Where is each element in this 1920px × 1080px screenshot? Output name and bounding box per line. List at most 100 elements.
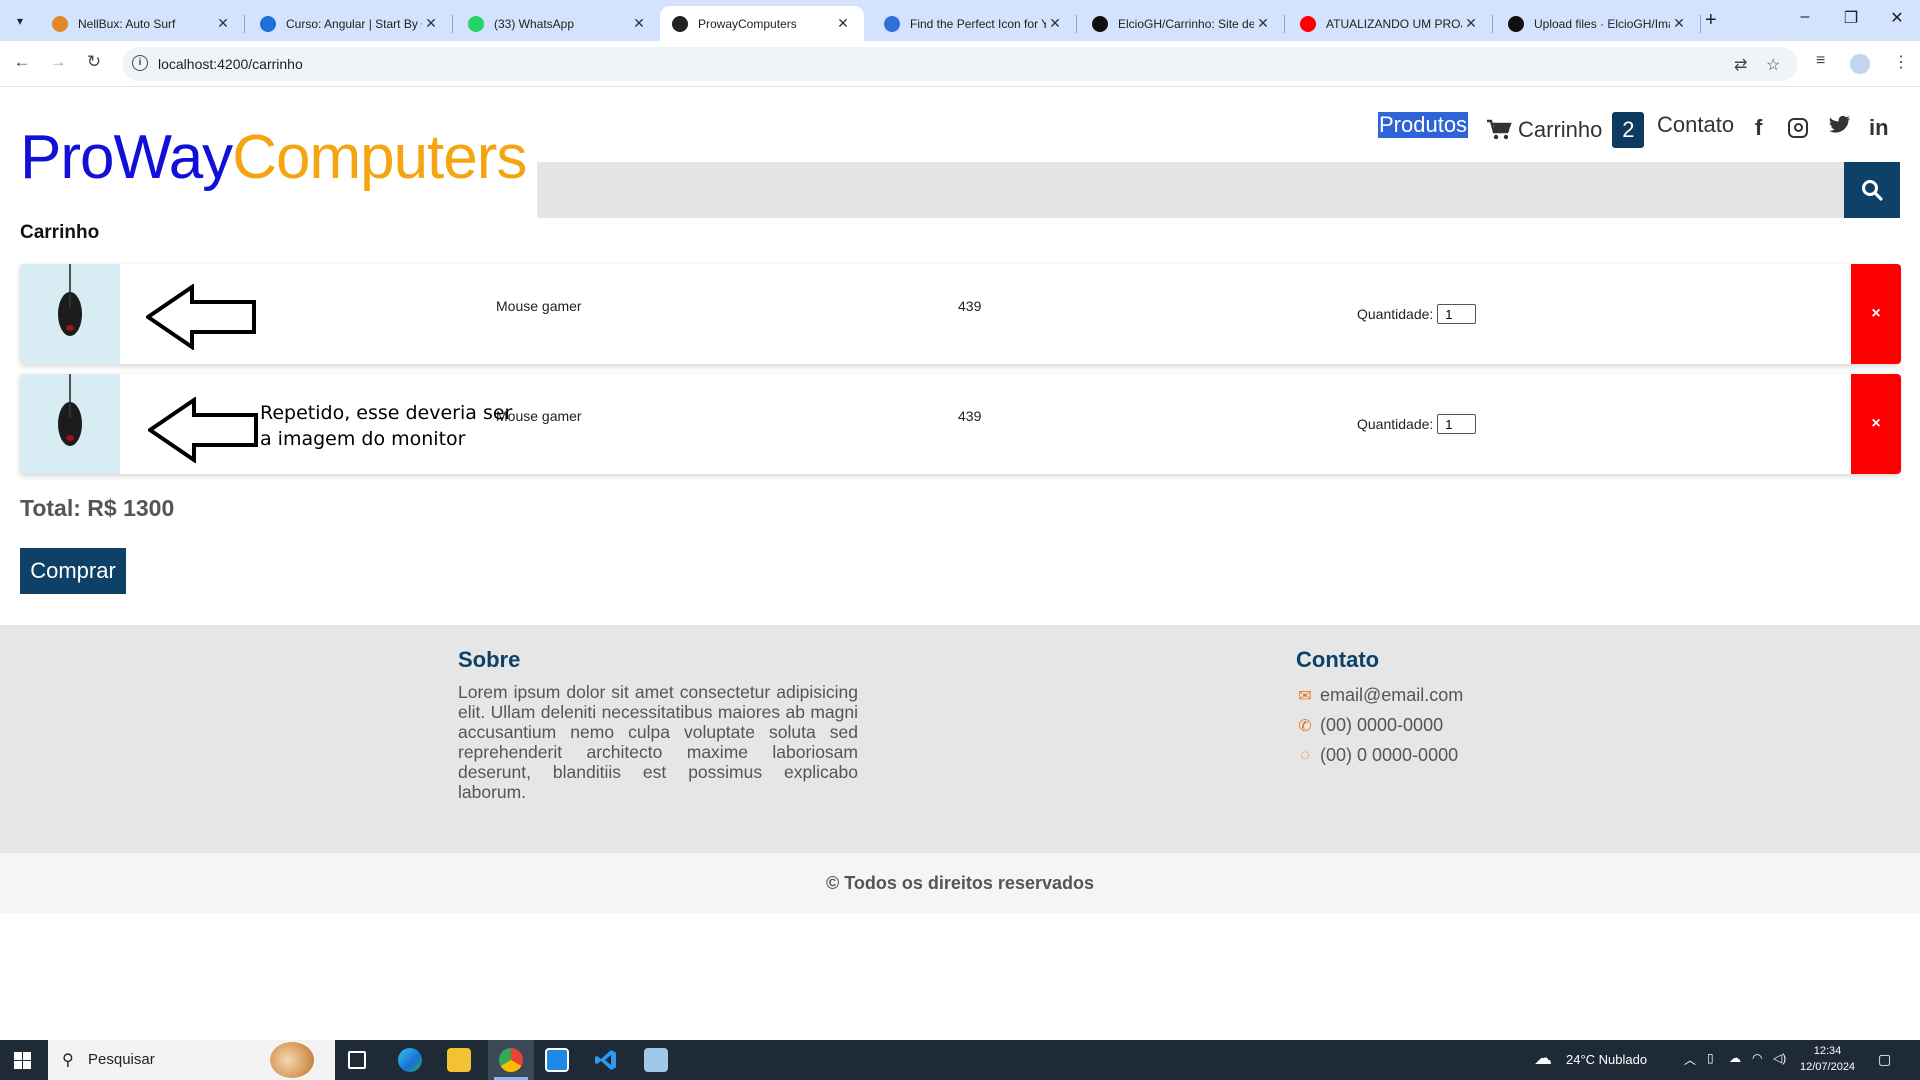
remove-item-button[interactable]: ×: [1851, 264, 1901, 364]
nav-contato-link[interactable]: Contato: [1657, 112, 1734, 138]
weather-text[interactable]: 24°C Nublado: [1566, 1052, 1647, 1067]
file-explorer-icon[interactable]: [447, 1048, 471, 1072]
browser-tab[interactable]: ProwayComputers ✕: [660, 6, 864, 41]
tab-close-icon[interactable]: ✕: [1254, 15, 1272, 32]
tab-search-chevron-icon[interactable]: ▾: [8, 9, 32, 33]
taskbar-clock[interactable]: 12:34 12/07/2024: [1800, 1043, 1855, 1075]
item-price: 439: [958, 408, 982, 424]
taskbar-search-icon: ⚲: [62, 1052, 74, 1069]
chrome-icon: [499, 1048, 523, 1072]
volume-icon[interactable]: ◁): [1773, 1051, 1786, 1065]
url-text[interactable]: localhost:4200/carrinho: [158, 56, 303, 72]
browser-tab[interactable]: ATUALIZANDO UM PROJE ✕: [1288, 6, 1493, 41]
cart-total: Total: R$ 1300: [20, 495, 175, 521]
footer-phone-text: (00) 0000-0000: [1320, 715, 1444, 735]
profile-avatar-icon[interactable]: [1850, 54, 1870, 74]
network-icon[interactable]: ◠: [1752, 1051, 1762, 1065]
notepad-icon[interactable]: [644, 1048, 668, 1072]
tab-close-icon[interactable]: ✕: [422, 15, 440, 32]
app-icon[interactable]: [545, 1048, 569, 1072]
tab-favicon-icon: [1092, 15, 1108, 32]
annotation-line: a imagem do monitor: [260, 428, 466, 450]
address-bar[interactable]: i localhost:4200/carrinho ⇄ ☆: [122, 47, 1798, 81]
tray-chevron-icon[interactable]: ︿: [1684, 1051, 1696, 1068]
tab-close-icon[interactable]: ✕: [214, 15, 232, 32]
tab-close-icon[interactable]: ✕: [1046, 15, 1064, 32]
restore-button[interactable]: ❐: [1828, 8, 1874, 28]
search-highlight-shell-icon: [270, 1042, 314, 1078]
browser-tab[interactable]: Curso: Angular | Start By C ✕: [248, 6, 453, 41]
forward-button[interactable]: →: [46, 52, 70, 72]
edge-browser-icon[interactable]: [398, 1048, 422, 1072]
task-view-icon[interactable]: [348, 1051, 366, 1069]
quantity-label: Quantidade:: [1357, 416, 1434, 432]
footer-email[interactable]: ✉ email@email.com: [1296, 685, 1463, 706]
bookmark-star-icon[interactable]: ☆: [1766, 55, 1780, 75]
item-name: Mouse gamer: [496, 298, 582, 314]
browser-tab[interactable]: NellBux: Auto Surf ✕: [40, 6, 245, 41]
tab-title: Find the Perfect Icon for Y: [910, 16, 1046, 31]
chrome-taskbar-slot[interactable]: [488, 1040, 534, 1080]
site-info-icon[interactable]: i: [132, 55, 148, 71]
browser-tab[interactable]: ElcioGH/Carrinho: Site de ✕: [1080, 6, 1285, 41]
quantity-input[interactable]: [1437, 304, 1477, 324]
footer-whatsapp-text: (00) 0 0000-0000: [1320, 745, 1459, 765]
clock-date: 12/07/2024: [1800, 1061, 1856, 1073]
quantity-input[interactable]: [1437, 414, 1477, 434]
tab-close-icon[interactable]: ✕: [1670, 15, 1688, 32]
notifications-icon[interactable]: ▢: [1878, 1051, 1891, 1068]
search-button[interactable]: [1844, 162, 1900, 218]
tray-device-icon[interactable]: ▯: [1707, 1051, 1714, 1065]
reload-button[interactable]: ↻: [82, 52, 106, 72]
envelope-icon: ✉: [1298, 687, 1312, 705]
browser-tab[interactable]: Upload files · ElcioGH/Ima ✕: [1496, 6, 1701, 41]
footer-whatsapp[interactable]: ◌ (00) 0 0000-0000: [1296, 745, 1458, 766]
tab-close-icon[interactable]: ✕: [1462, 15, 1480, 32]
windows-taskbar: ⚲ Pesquisar ☁ 24°C Nublado ︿ ▯ ☁ ◠ ◁) 12…: [0, 1040, 1920, 1080]
page-title: Carrinho: [20, 222, 100, 243]
search-input[interactable]: [537, 162, 1845, 218]
tab-title: ProwayComputers: [698, 16, 797, 31]
twitter-icon[interactable]: [1829, 115, 1851, 141]
taskbar-search-box[interactable]: ⚲ Pesquisar: [48, 1040, 335, 1080]
item-quantity: Quantidade:: [1357, 304, 1477, 324]
tab-close-icon[interactable]: ✕: [630, 15, 648, 32]
shopping-cart-icon: [1487, 119, 1512, 140]
annotation-text: Repetido, esse deveria ser a imagem do m…: [260, 400, 512, 452]
tab-title: ElcioGH/Carrinho: Site de: [1118, 16, 1254, 31]
tab-favicon-icon: [1508, 15, 1524, 32]
weather-cloud-icon[interactable]: ☁: [1534, 1048, 1552, 1069]
nav-carrinho-link[interactable]: Carrinho 2: [1486, 112, 1645, 148]
browser-tab[interactable]: Find the Perfect Icon for Y ✕: [872, 6, 1077, 41]
windows-start-icon[interactable]: [14, 1052, 31, 1074]
quantity-label: Quantidade:: [1357, 306, 1434, 322]
tab-favicon-icon: [468, 15, 484, 32]
minimize-button[interactable]: –: [1782, 8, 1828, 26]
site-logo[interactable]: ProWayComputers: [20, 122, 527, 193]
new-tab-button[interactable]: +: [1705, 9, 1717, 32]
item-price: 439: [958, 298, 982, 314]
footer-phone[interactable]: ✆ (00) 0000-0000: [1296, 715, 1443, 736]
tab-title: NellBux: Auto Surf: [78, 16, 176, 31]
reading-list-icon[interactable]: ≡: [1816, 52, 1825, 70]
linkedin-icon[interactable]: in: [1869, 115, 1889, 141]
translate-icon[interactable]: ⇄: [1734, 55, 1747, 75]
tab-close-icon[interactable]: ✕: [834, 15, 852, 32]
taskbar-search-placeholder: Pesquisar: [88, 1051, 155, 1068]
close-window-button[interactable]: ✕: [1874, 8, 1920, 28]
instagram-icon[interactable]: [1788, 118, 1808, 138]
buy-button[interactable]: Comprar: [20, 548, 126, 594]
nav-produtos-link[interactable]: Produtos: [1378, 112, 1469, 138]
tab-favicon-icon: [884, 15, 900, 32]
annotation-arrow-icon: [146, 284, 256, 350]
back-button[interactable]: ←: [10, 52, 34, 72]
browser-tab[interactable]: (33) WhatsApp ✕: [456, 6, 661, 41]
facebook-icon[interactable]: f: [1755, 115, 1762, 141]
item-quantity: Quantidade:: [1357, 414, 1477, 434]
footer: Sobre Lorem ipsum dolor sit amet consect…: [0, 625, 1920, 853]
remove-item-button[interactable]: ×: [1851, 374, 1901, 474]
onedrive-icon[interactable]: ☁: [1729, 1051, 1741, 1065]
logo-part-proway: ProWay: [20, 123, 233, 192]
vscode-icon[interactable]: [594, 1048, 618, 1072]
browser-menu-icon[interactable]: ⋮: [1893, 52, 1909, 72]
